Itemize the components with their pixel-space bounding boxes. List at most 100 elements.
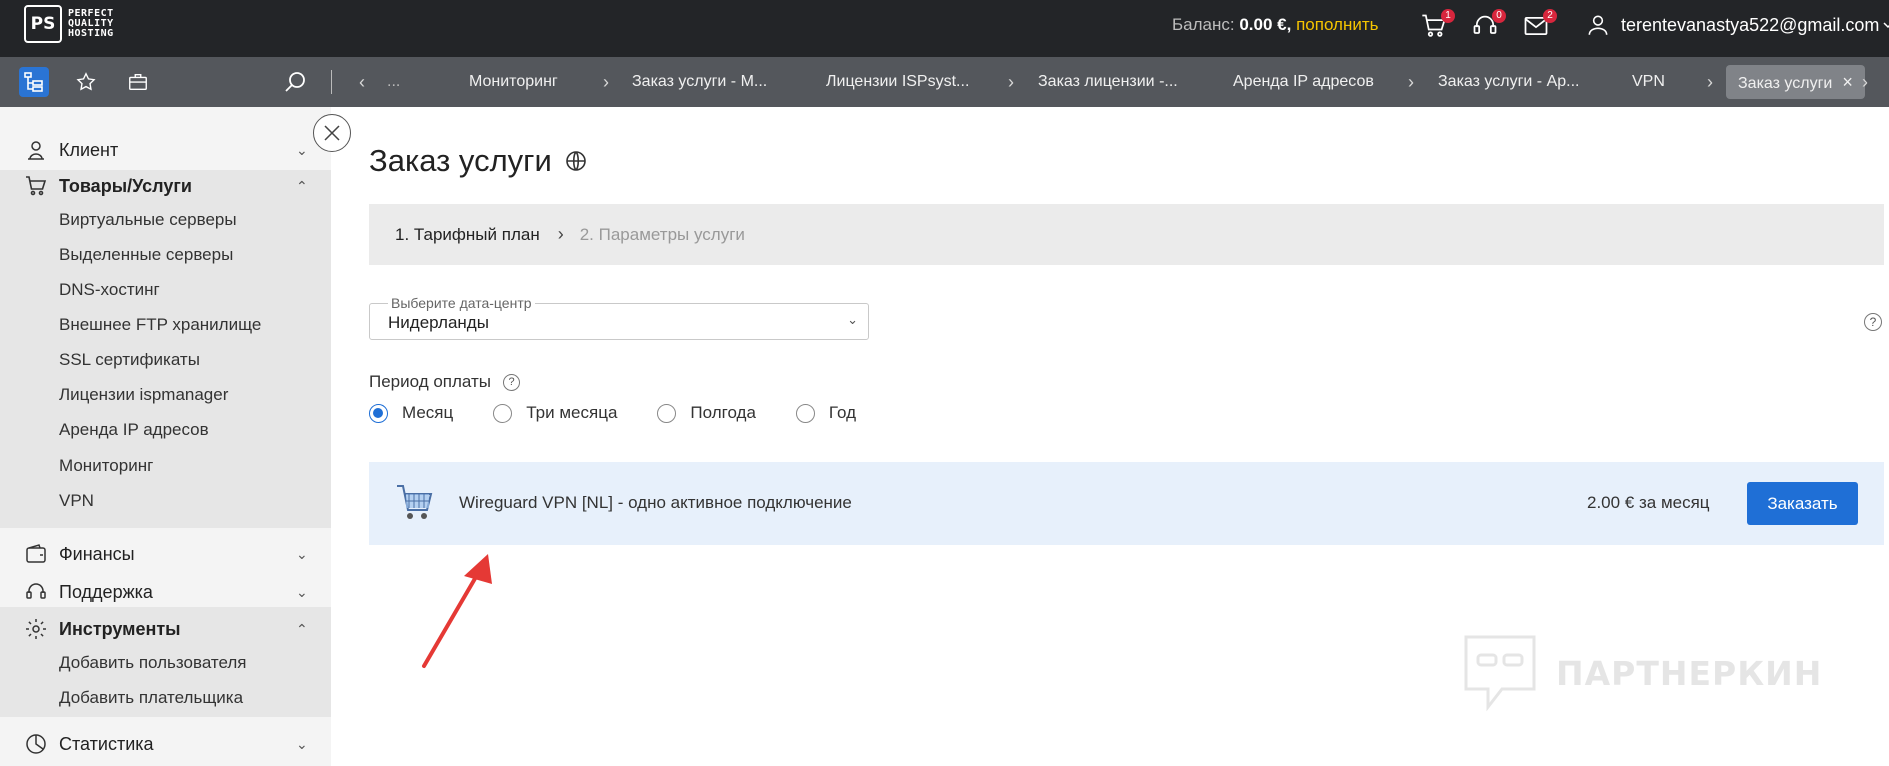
page-title-text: Заказ услуги	[369, 143, 552, 178]
topup-link[interactable]: пополнить	[1296, 15, 1378, 34]
step-service-params: 2. Параметры услуги	[579, 224, 745, 244]
datacenter-value: Нидерланды	[388, 313, 489, 332]
username: terentevanastya522@gmail.com	[1621, 14, 1880, 35]
sidebar-group-client[interactable]: Клиент ⌄	[0, 138, 331, 162]
sidebar-group-tools[interactable]: Инструменты ⌃	[0, 617, 331, 641]
page-title: Заказ услуги	[369, 143, 588, 179]
period-month-radio[interactable]: Месяц	[369, 403, 453, 423]
messages-count-badge: 2	[1543, 9, 1557, 23]
sidebar-group-support[interactable]: Поддержка ⌄	[0, 580, 331, 604]
tabs-overflow[interactable]: ...	[387, 57, 400, 107]
datacenter-label: Выберите дата-центр	[388, 295, 535, 311]
sidebar-group-label: Клиент	[59, 139, 119, 160]
radio-label: Три месяца	[526, 403, 618, 422]
pie-chart-icon	[26, 734, 46, 754]
tab-separator-chevron: ›	[1707, 72, 1713, 92]
tree-menu-button[interactable]	[19, 67, 49, 97]
search-icon	[285, 72, 305, 92]
radio-indicator	[493, 403, 513, 423]
sidebar-group-finance[interactable]: Финансы ⌄	[0, 542, 331, 566]
tab-order-service-current[interactable]: Заказ услуги ×	[1726, 65, 1865, 99]
sidebar-group-label: Финансы	[59, 543, 135, 564]
chevron-up-icon: ⌃	[296, 177, 308, 194]
radio-label: Полгода	[690, 403, 756, 422]
sidebar-tools-section: Инструменты ⌃ Добавить пользователя Доба…	[0, 607, 331, 717]
period-label-text: Период оплаты	[369, 372, 492, 391]
sidebar-item-monitoring[interactable]: Мониторинг	[59, 456, 153, 476]
sidebar-group-label: Поддержка	[59, 581, 153, 602]
tab-order-monitoring[interactable]: Заказ услуги - М...	[632, 57, 767, 107]
sidebar-item-add-payer[interactable]: Добавить плательщика	[59, 688, 243, 708]
sidebar-item-virtual-servers[interactable]: Виртуальные серверы	[59, 210, 237, 230]
tabs-scroll-left[interactable]: ‹	[359, 57, 365, 107]
sidebar-item-ssl[interactable]: SSL сертификаты	[59, 350, 200, 370]
sidebar-item-ftp-storage[interactable]: Внешнее FTP хранилище	[59, 315, 261, 335]
period-year-radio[interactable]: Год	[795, 403, 856, 423]
logo[interactable]: PS PERFECT QUALITY HOSTING	[24, 5, 114, 43]
globe-icon[interactable]	[564, 149, 588, 173]
tab-vpn[interactable]: VPN	[1632, 57, 1665, 107]
tab-separator-chevron: ›	[603, 72, 609, 92]
sidebar-item-ip-rent[interactable]: Аренда IP адресов	[59, 420, 209, 440]
chevron-down-icon	[1883, 22, 1889, 29]
sidebar-item-add-user[interactable]: Добавить пользователя	[59, 653, 247, 673]
product-price: 2.00 € за месяц	[1587, 493, 1710, 512]
tab-isp-licenses[interactable]: Лицензии ISPsyst...	[826, 57, 969, 107]
tab-order-license[interactable]: Заказ лицензии -...	[1038, 57, 1178, 107]
step-tariff-plan[interactable]: 1. Тарифный план	[395, 225, 540, 245]
search-button[interactable]	[280, 67, 310, 97]
watermark-text: ПАРТНЕРКИН	[1556, 653, 1823, 693]
support-count-badge: 0	[1492, 9, 1506, 23]
watermark-logo-icon	[1464, 635, 1536, 712]
sidebar-item-ispmanager[interactable]: Лицензии ispmanager	[59, 385, 228, 405]
briefcase-button[interactable]	[123, 67, 153, 97]
logo-mark: PS	[24, 5, 62, 43]
chevron-down-icon: ⌄	[296, 735, 308, 752]
tabs-scroll-right[interactable]: ›	[1862, 57, 1868, 107]
sidebar-goods-section: Товары/Услуги ⌃ Виртуальные серверы Выде…	[0, 170, 331, 528]
cart-count-badge: 1	[1441, 9, 1455, 23]
product-row: Wireguard VPN [NL] - одно активное подкл…	[369, 462, 1884, 545]
close-tab-icon[interactable]: ×	[1842, 72, 1853, 92]
chevron-down-icon: ⌄	[296, 545, 308, 562]
help-icon[interactable]: ?	[1864, 313, 1882, 331]
chevron-down-icon: ⌄	[296, 583, 308, 600]
close-sidebar-button[interactable]	[313, 114, 351, 152]
chevron-right-icon: ›	[557, 224, 564, 244]
cart-icon[interactable]: 1	[1420, 9, 1455, 42]
order-button[interactable]: Заказать	[1747, 482, 1858, 525]
period-three-months-radio[interactable]: Три месяца	[493, 403, 617, 423]
tab-monitoring[interactable]: Мониторинг	[469, 57, 558, 107]
chevron-up-icon: ⌃	[296, 620, 308, 637]
briefcase-icon	[129, 73, 147, 91]
period-half-year-radio[interactable]: Полгода	[657, 403, 756, 423]
sidebar-group-goods[interactable]: Товары/Услуги ⌃	[0, 174, 331, 198]
product-name: Wireguard VPN [NL] - одно активное подкл…	[459, 493, 852, 512]
tab-bar: ‹ ... Мониторинг › Заказ услуги - М... Л…	[0, 57, 1889, 107]
radio-indicator	[795, 403, 815, 423]
sidebar-group-label: Товары/Услуги	[59, 175, 192, 196]
close-icon	[324, 125, 340, 141]
sidebar-item-dns-hosting[interactable]: DNS-хостинг	[59, 280, 160, 300]
support-icon[interactable]: 0	[1471, 9, 1506, 42]
sidebar-item-vpn[interactable]: VPN	[59, 491, 94, 511]
radio-indicator	[369, 403, 388, 423]
annotation-arrow-icon	[422, 554, 492, 668]
mail-icon[interactable]: 2	[1522, 9, 1557, 42]
headset-icon	[26, 583, 46, 599]
cart-icon	[26, 176, 47, 196]
period-label: Период оплаты ?	[369, 372, 521, 392]
user-menu[interactable]: terentevanastya522@gmail.com	[1585, 12, 1889, 38]
tab-order-ip[interactable]: Заказ услуги - Ар...	[1438, 57, 1579, 107]
sidebar-group-stats[interactable]: Статистика ⌄	[0, 732, 331, 756]
balance-value: 0.00 €,	[1239, 15, 1292, 34]
tab-ip-rent[interactable]: Аренда IP адресов	[1233, 57, 1374, 107]
sidebar-item-dedicated-servers[interactable]: Выделенные серверы	[59, 245, 233, 265]
balance-label: Баланс:	[1172, 15, 1235, 34]
watermark: ПАРТНЕРКИН	[1462, 633, 1822, 713]
shopping-cart-icon	[397, 485, 433, 519]
datacenter-select[interactable]: Выберите дата-центр Нидерланды ⌄	[369, 295, 869, 340]
help-icon[interactable]: ?	[503, 373, 521, 391]
favorites-button[interactable]	[71, 67, 101, 97]
period-radio-group: Месяц Три месяца Полгода Год	[369, 403, 886, 423]
